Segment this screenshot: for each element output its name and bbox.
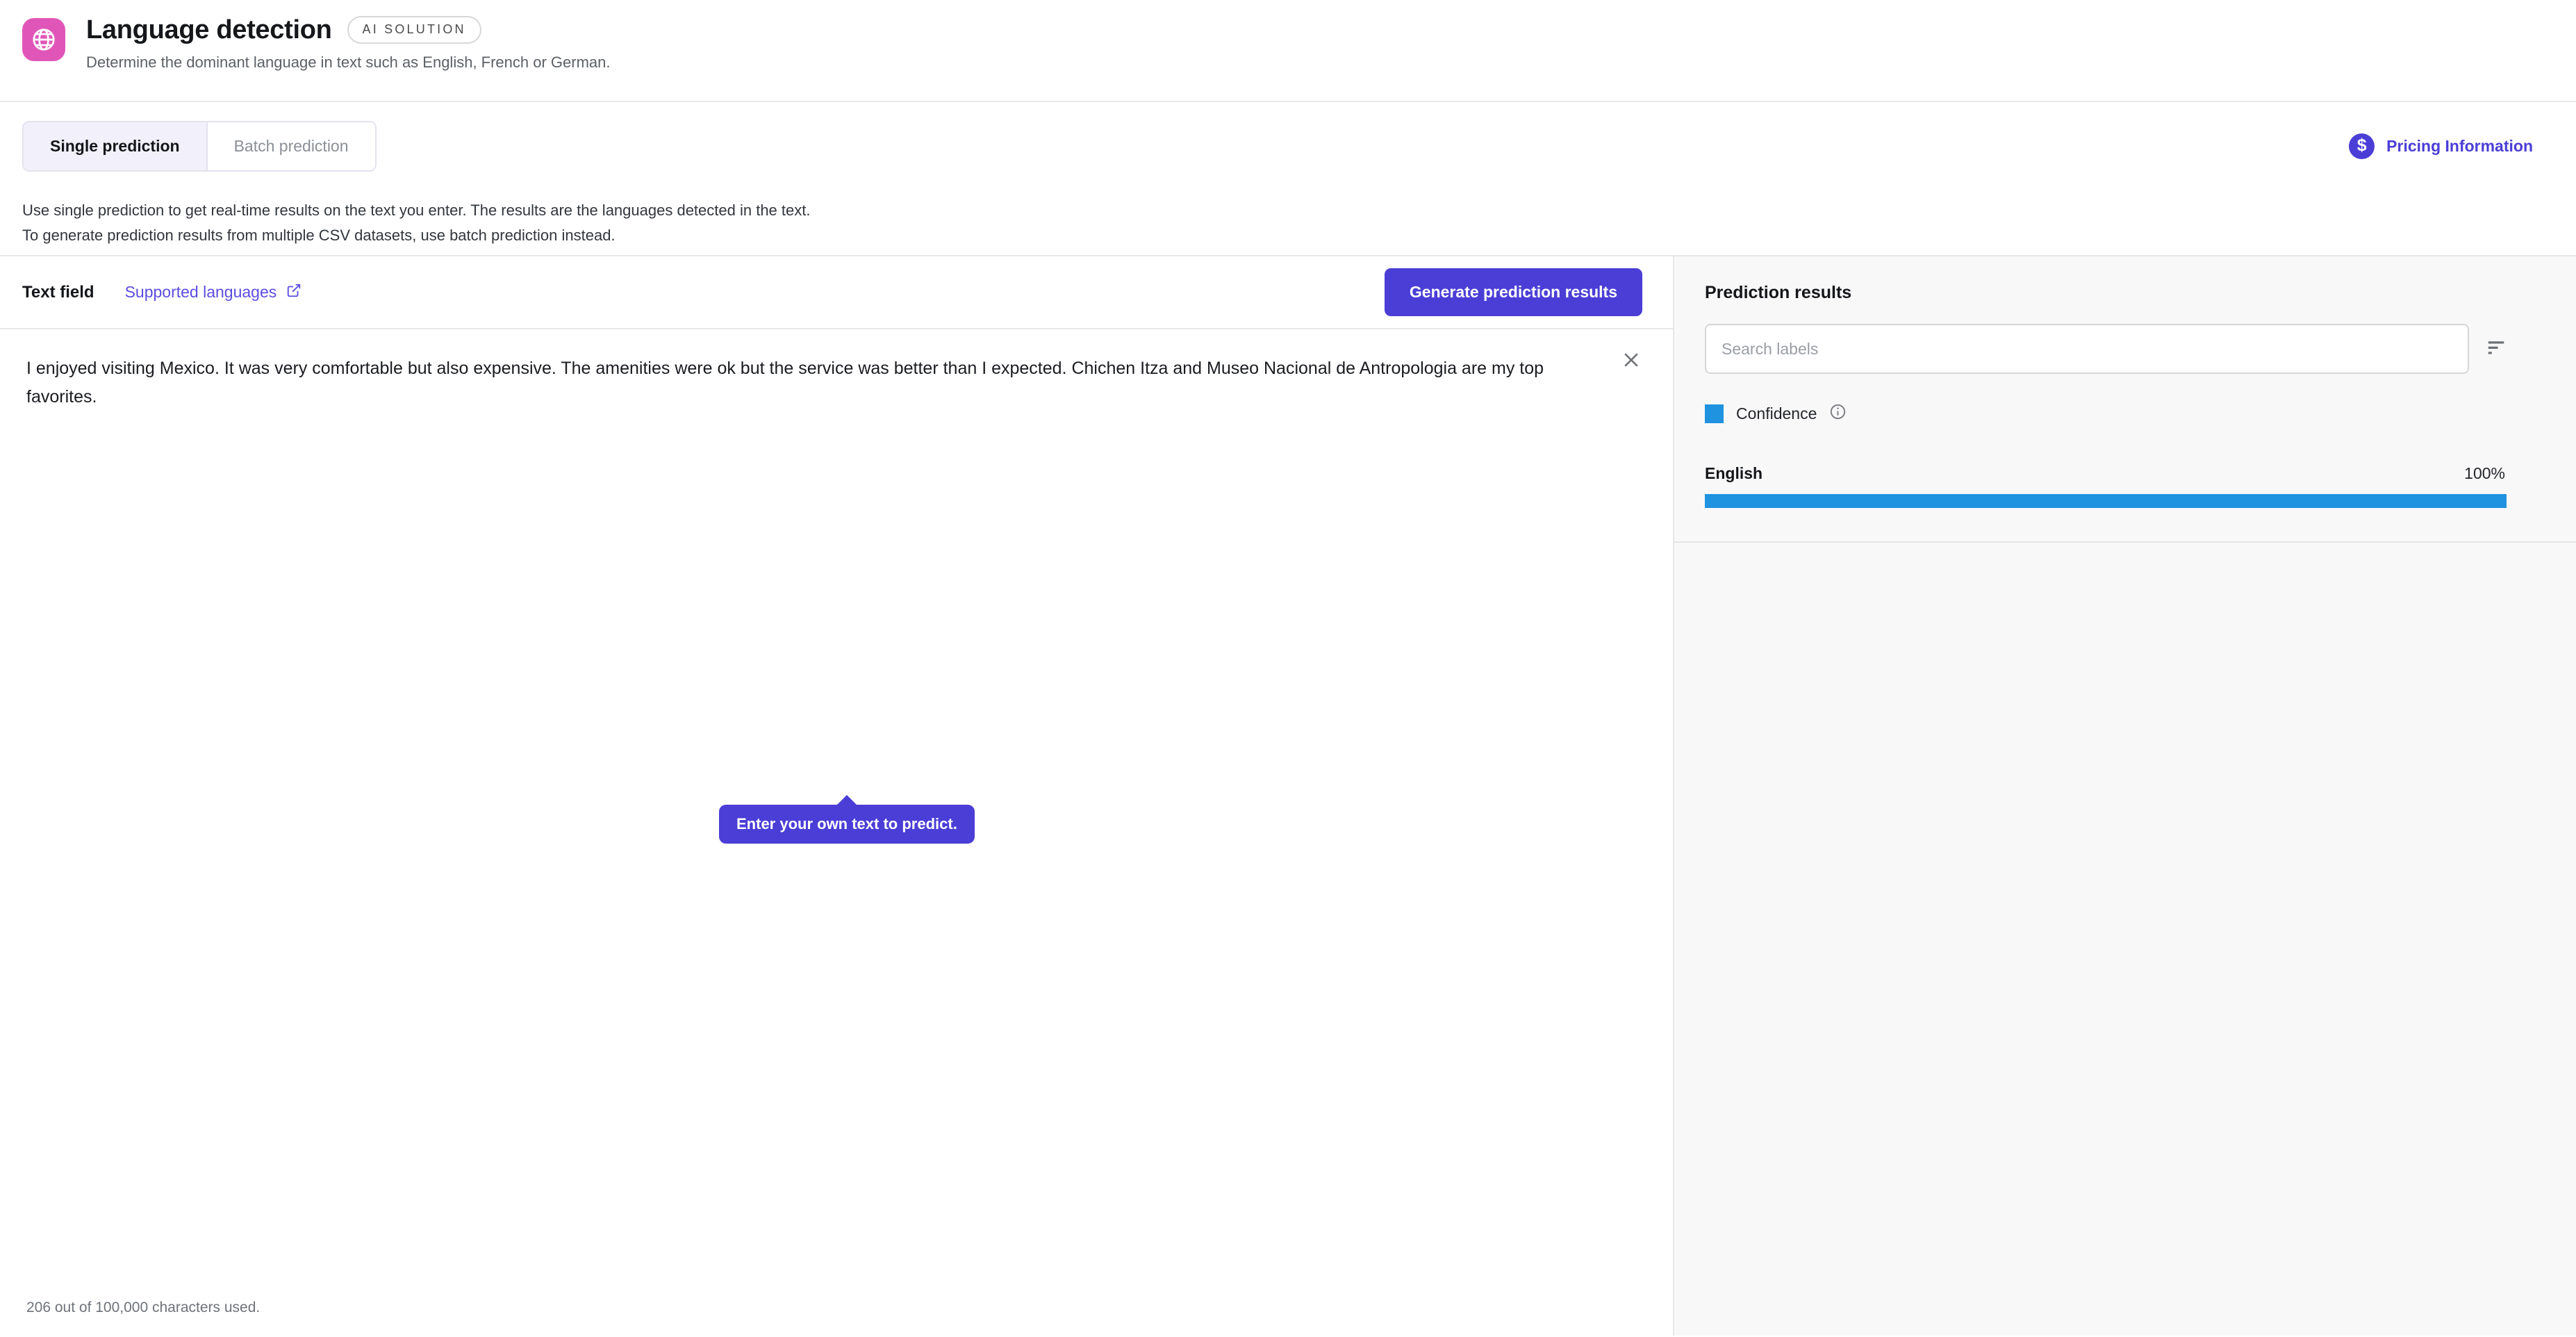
text-field-label: Text field xyxy=(22,282,94,302)
tab-description-line-1: Use single prediction to get real-time r… xyxy=(22,202,811,219)
pricing-information-link[interactable]: $ Pricing Information xyxy=(2349,133,2533,159)
character-counter: 206 out of 100,000 characters used. xyxy=(26,1299,261,1315)
result-item-english: English 100% xyxy=(1705,464,2507,508)
title-row: Language detection AI SOLUTION xyxy=(86,15,611,45)
prediction-results-title: Prediction results xyxy=(1705,283,1852,302)
external-link-icon xyxy=(286,283,302,302)
info-icon[interactable] xyxy=(1829,403,1847,424)
app-header: Language detection AI SOLUTION Determine… xyxy=(0,0,2576,102)
search-row xyxy=(1705,324,2507,374)
body-split: Text field Supported languages Generate … xyxy=(0,256,2576,1336)
confidence-legend: Confidence xyxy=(1705,403,2507,424)
confidence-legend-label: Confidence xyxy=(1736,404,1817,423)
confidence-color-swatch xyxy=(1705,404,1724,423)
tabs-strip: Single prediction Batch prediction $ Pri… xyxy=(0,102,2576,256)
enter-text-tooltip: Enter your own text to predict. xyxy=(719,795,975,844)
text-editor-area[interactable]: I enjoyed visiting Mexico. It was very c… xyxy=(0,329,1673,1336)
close-icon[interactable] xyxy=(1616,345,1646,375)
tab-description: Use single prediction to get real-time r… xyxy=(22,198,2554,247)
text-input-column: Text field Supported languages Generate … xyxy=(0,256,1674,1336)
prediction-mode-tabs: Single prediction Batch prediction xyxy=(22,121,377,172)
result-bar-track xyxy=(1705,494,2507,508)
generate-prediction-results-button[interactable]: Generate prediction results xyxy=(1384,268,1642,316)
tab-single-prediction[interactable]: Single prediction xyxy=(24,122,208,170)
result-header: English 100% xyxy=(1705,464,2507,483)
tab-batch-prediction[interactable]: Batch prediction xyxy=(207,122,375,170)
tab-description-line-2: To generate prediction results from mult… xyxy=(22,226,616,244)
header-text-block: Language detection AI SOLUTION Determine… xyxy=(86,15,611,72)
result-bar-fill xyxy=(1705,494,2507,508)
search-labels-input[interactable] xyxy=(1705,324,2469,374)
tabs-row: Single prediction Batch prediction $ Pri… xyxy=(22,102,2554,172)
page-title: Language detection xyxy=(86,15,332,44)
supported-languages-label: Supported languages xyxy=(124,283,277,301)
ai-solution-badge: AI SOLUTION xyxy=(347,16,481,44)
text-editor-value[interactable]: I enjoyed visiting Mexico. It was very c… xyxy=(26,354,1617,411)
text-field-toolbar-left: Text field Supported languages xyxy=(22,283,302,302)
globe-icon xyxy=(22,18,65,61)
sort-descending-icon[interactable] xyxy=(2486,337,2507,361)
pricing-information-label: Pricing Information xyxy=(2386,137,2533,155)
result-label: English xyxy=(1705,464,1763,482)
prediction-results-panel: Prediction results Confidence xyxy=(1674,256,2576,543)
text-field-toolbar: Text field Supported languages Generate … xyxy=(0,256,1673,329)
supported-languages-link[interactable]: Supported languages xyxy=(125,283,302,302)
result-confidence-value: 100% xyxy=(2464,464,2505,482)
prediction-results-column: Prediction results Confidence xyxy=(1674,256,2576,1336)
dollar-circle-icon: $ xyxy=(2349,133,2375,159)
page-subtitle: Determine the dominant language in text … xyxy=(86,53,611,71)
